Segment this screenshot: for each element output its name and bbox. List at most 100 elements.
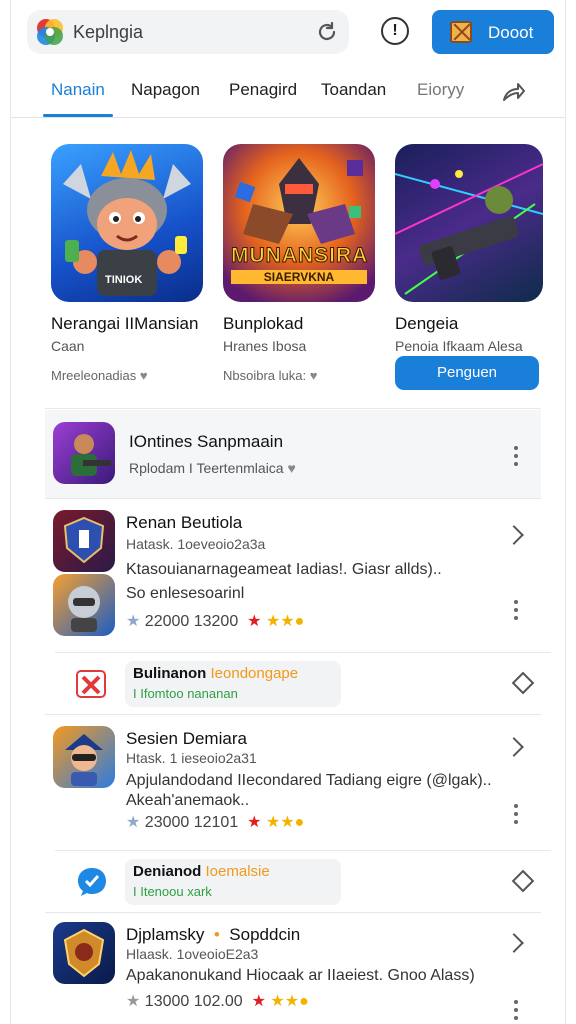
search-text: Keplngia bbox=[73, 22, 144, 42]
featured-art-3 bbox=[395, 144, 543, 302]
promo-label: Denianod Ioemalsie I Itenoou xark bbox=[125, 859, 341, 905]
list-item-title-a: Djplamsky bbox=[126, 925, 205, 944]
app-icon bbox=[53, 574, 115, 636]
star-icon: ★ bbox=[126, 613, 141, 630]
featured-title: Nerangai IIMansian bbox=[51, 314, 199, 333]
rating-value: 22000 13200 bbox=[144, 613, 239, 630]
list-item-description: Ktasouianarnageameat Iadias!. Giasr alld… bbox=[126, 561, 442, 578]
app-icon bbox=[53, 510, 115, 572]
featured-art-2-text: MUNANSIRA bbox=[231, 244, 369, 268]
envelope-icon bbox=[450, 21, 472, 43]
red-star-icon: ★ bbox=[242, 814, 262, 831]
list-item-subtitle: Hatask. 1oeveoio2a3a bbox=[126, 536, 266, 552]
list-item-description: Apakanonukand Hiocaak ar IIaeiest. Gnoo … bbox=[126, 967, 475, 984]
chevron-right-icon[interactable] bbox=[504, 933, 524, 953]
more-options-icon[interactable] bbox=[513, 1000, 519, 1020]
promo-label: Bulinanon Ieondongape I Ifomtoo nananan bbox=[125, 661, 341, 707]
tab-eioryy[interactable]: Eioryy bbox=[417, 80, 464, 100]
row-divider bbox=[45, 498, 541, 499]
message-icon bbox=[78, 868, 106, 896]
app-icon bbox=[53, 726, 115, 788]
featured-art-1-text: TINIOK bbox=[105, 274, 143, 286]
promo-row[interactable]: Denianod Ioemalsie I Itenoou xark bbox=[55, 850, 551, 912]
rating-row: ★ 23000 12101 ★ ★★● bbox=[126, 812, 304, 832]
list-item-description-2: Akeah'anemaok.. bbox=[126, 792, 250, 809]
chevron-right-icon[interactable] bbox=[504, 737, 524, 757]
featured-card[interactable]: MUNANSIRA SIAERVKNA Bunplokad Hranes Ibo… bbox=[223, 144, 379, 383]
tab-penagird[interactable]: Penagird bbox=[229, 80, 297, 100]
list-item-subtitle-text: Rplodam I Teertenmlaica bbox=[129, 460, 284, 476]
promo-subtitle: I Ifomtoo nananan bbox=[133, 686, 238, 701]
tab-toandan[interactable]: Toandan bbox=[321, 80, 386, 100]
app-icon bbox=[53, 922, 115, 984]
featured-art-1: TINIOK bbox=[51, 144, 203, 302]
gold-badge-icon: ★★● bbox=[270, 993, 309, 1010]
close-box-icon bbox=[76, 670, 106, 698]
more-options-icon[interactable] bbox=[513, 446, 519, 466]
more-options-icon[interactable] bbox=[513, 804, 519, 824]
featured-title: Dengeia bbox=[395, 314, 459, 333]
promo-title: Denianod Ioemalsie bbox=[133, 863, 270, 880]
rating-row: ★ 22000 13200 ★ ★★● bbox=[126, 611, 304, 631]
promo-row[interactable]: Bulinanon Ieondongape I Ifomtoo nananan bbox=[55, 652, 551, 714]
get-button[interactable]: Penguen bbox=[395, 356, 539, 390]
featured-subtitle: Penoia Ifkaam Alesa bbox=[395, 338, 523, 354]
star-icon: ★ bbox=[126, 814, 141, 831]
boost-button[interactable]: Dooot bbox=[432, 10, 554, 54]
rating-row: ★ 13000 102.00 ★ ★★● bbox=[126, 991, 309, 1011]
promo-title-a: Bulinanon bbox=[133, 665, 207, 682]
featured-art-2-subtext: SIAERVKNA bbox=[231, 270, 367, 284]
gold-badge-icon: ★★● bbox=[265, 814, 305, 831]
promo-title-b: Ieondongape bbox=[210, 665, 299, 682]
section-divider bbox=[45, 408, 541, 409]
list-item-subtitle: Rplodam I Teertenmlaica ♥ bbox=[129, 460, 296, 476]
featured-meta-text: Nbsoibra luka: bbox=[223, 368, 307, 383]
list-item-subtitle: Hlaask. 1oveoioE2a3 bbox=[126, 946, 259, 962]
featured-meta: Nbsoibra luka: ♥ bbox=[223, 368, 379, 383]
tab-bar: Nanain Napagon Penagird Toandan Eioryy bbox=[11, 70, 565, 118]
list-item-title: Renan Beutiola bbox=[126, 513, 243, 532]
list-item-subtitle: Htask. 1 ieseoio2a31 bbox=[126, 750, 257, 766]
rating-value: 23000 12101 bbox=[144, 814, 239, 831]
heart-icon[interactable]: ♥ bbox=[288, 460, 296, 476]
featured-meta-text: Mreeleonadias bbox=[51, 368, 137, 383]
more-options-icon[interactable] bbox=[513, 600, 519, 620]
featured-art-2: MUNANSIRA SIAERVKNA bbox=[223, 144, 375, 302]
dot-icon: • bbox=[209, 925, 225, 944]
promo-subtitle: I Itenoou xark bbox=[133, 884, 212, 899]
row-divider bbox=[45, 912, 541, 913]
list-item-title: IOntines Sanpmaain bbox=[129, 432, 284, 451]
list-item-description-2: So enlesesoarinl bbox=[126, 585, 245, 602]
row-divider bbox=[45, 714, 541, 715]
featured-subtitle: Hranes Ibosa bbox=[223, 338, 307, 354]
top-bar: Keplngia ! Dooot bbox=[11, 0, 565, 64]
diamond-icon[interactable] bbox=[511, 671, 535, 695]
search-bar[interactable]: Keplngia bbox=[27, 10, 349, 54]
info-icon[interactable]: ! bbox=[381, 17, 409, 45]
promo-title-b: Ioemalsie bbox=[205, 863, 270, 880]
tab-nanain[interactable]: Nanain bbox=[51, 80, 105, 100]
refresh-icon[interactable] bbox=[315, 20, 339, 44]
heart-icon[interactable]: ♥ bbox=[310, 368, 318, 383]
featured-subtitle: Caan bbox=[51, 338, 85, 354]
boost-button-label: Dooot bbox=[488, 23, 534, 42]
list-item-highlight[interactable]: IOntines Sanpmaain Rplodam I Teertenmlai… bbox=[45, 410, 541, 498]
chevron-right-icon[interactable] bbox=[504, 525, 524, 545]
heart-icon[interactable]: ♥ bbox=[140, 368, 148, 383]
gold-badge-icon: ★★● bbox=[265, 613, 305, 630]
featured-card[interactable]: Dengeia Penoia Ifkaam Alesa Penguen bbox=[395, 144, 551, 390]
rating-value: 13000 102.00 bbox=[144, 993, 243, 1010]
featured-card[interactable]: TINIOK Nerangai IIMansian Caan Mreeleona… bbox=[51, 144, 207, 383]
list-item-title: Sesien Demiara bbox=[126, 729, 247, 748]
share-icon[interactable] bbox=[499, 78, 527, 106]
app-frame: Keplngia ! Dooot Nanain Napagon Penagird… bbox=[10, 0, 566, 1024]
diamond-icon[interactable] bbox=[511, 869, 535, 893]
promo-title-a: Denianod bbox=[133, 863, 202, 880]
red-star-icon: ★ bbox=[247, 993, 266, 1010]
tab-napagon[interactable]: Napagon bbox=[131, 80, 200, 100]
list-item-description: Apjulandodand IIecondared Tadiang eigre … bbox=[126, 772, 492, 789]
app-icon bbox=[53, 422, 115, 484]
promo-title: Bulinanon Ieondongape bbox=[133, 665, 298, 682]
featured-title: Bunplokad bbox=[223, 314, 304, 333]
star-icon: ★ bbox=[126, 993, 141, 1010]
